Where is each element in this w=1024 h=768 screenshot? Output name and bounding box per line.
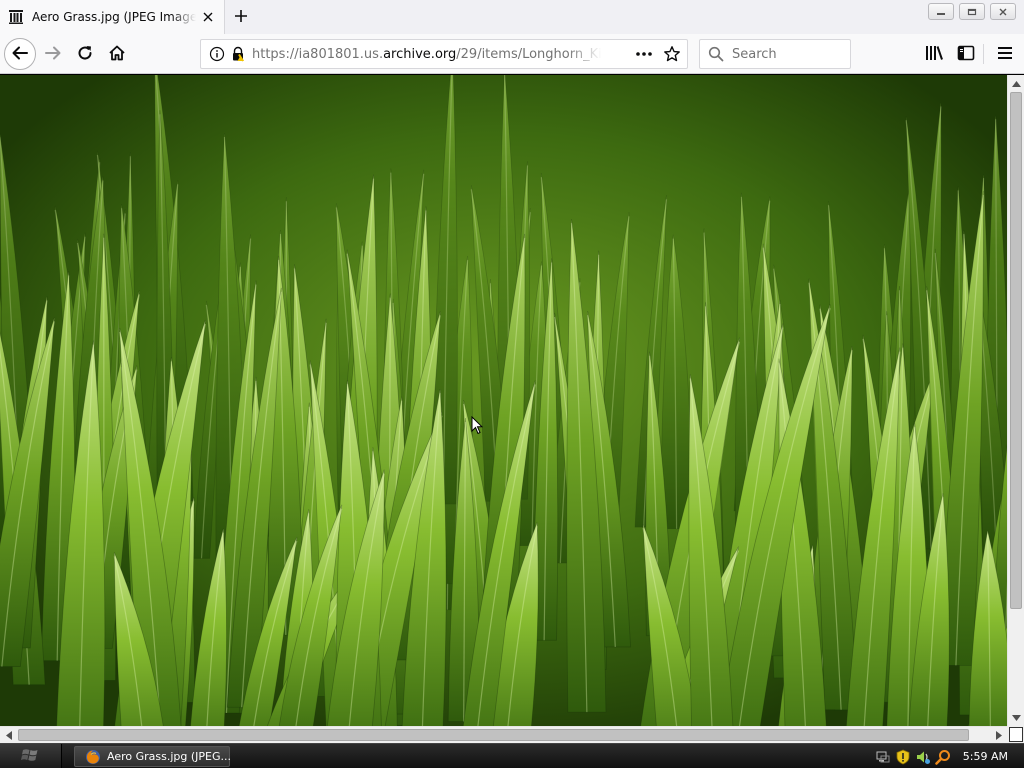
forward-arrow-icon [44, 44, 62, 65]
sidebar-icon [957, 45, 975, 64]
sidebar-button[interactable] [950, 38, 982, 70]
info-icon[interactable] [209, 46, 225, 62]
scroll-down-arrow-icon[interactable] [1008, 709, 1024, 726]
horizontal-scrollbar[interactable] [0, 726, 1007, 743]
url-host: archive.org [383, 46, 457, 62]
grass-photo[interactable] [0, 75, 1007, 726]
taskbar: Aero Grass.jpg (JPEG... 5:59 AM [0, 743, 1024, 768]
horizontal-scroll-thumb[interactable] [18, 729, 969, 741]
library-icon [925, 45, 943, 64]
menu-button[interactable] [989, 38, 1021, 70]
restore-button[interactable] [959, 3, 985, 20]
search-input[interactable] [732, 46, 842, 62]
tab-title: Aero Grass.jpg (JPEG Image, 1024 × 768 p… [32, 10, 196, 24]
close-icon [998, 5, 1008, 19]
close-icon[interactable] [200, 9, 216, 25]
insecure-lock-icon[interactable] [230, 46, 246, 62]
page-actions [635, 45, 681, 63]
hamburger-menu-icon [997, 46, 1013, 63]
restore-icon [967, 5, 977, 19]
reload-button[interactable] [69, 38, 101, 70]
scroll-right-arrow-icon[interactable] [990, 727, 1007, 744]
scroll-left-arrow-icon[interactable] [0, 727, 17, 744]
start-button[interactable] [0, 744, 62, 768]
network-icon[interactable] [875, 749, 891, 765]
grass-blades [0, 75, 1007, 726]
scroll-corner [1007, 726, 1024, 743]
url-text[interactable]: https://ia801801.us.archive.org/29/items… [252, 47, 602, 62]
search-tray-icon[interactable] [935, 749, 951, 765]
minimize-button[interactable] [928, 3, 954, 20]
taskbar-item-label: Aero Grass.jpg (JPEG... [107, 750, 232, 763]
new-tab-button[interactable] [228, 4, 254, 30]
shield-icon[interactable] [895, 749, 911, 765]
tab-strip: Aero Grass.jpg (JPEG Image, 1024 × 768 p… [0, 0, 1024, 34]
library-button[interactable] [918, 38, 950, 70]
taskbar-item-firefox[interactable]: Aero Grass.jpg (JPEG... [74, 746, 232, 767]
reload-icon [76, 44, 94, 65]
home-button[interactable] [101, 38, 133, 70]
toolbar-separator [983, 44, 984, 64]
windows-logo-icon [20, 747, 42, 766]
tab-active[interactable]: Aero Grass.jpg (JPEG Image, 1024 × 768 p… [0, 0, 225, 34]
speaker-icon[interactable] [915, 749, 931, 765]
more-dots-icon[interactable] [635, 45, 653, 63]
home-icon [108, 44, 126, 65]
url-bar[interactable]: https://ia801801.us.archive.org/29/items… [200, 39, 688, 69]
close-window-button[interactable] [990, 3, 1016, 20]
system-tray: 5:59 AM [864, 744, 1024, 768]
back-arrow-icon [11, 44, 29, 65]
page-content [0, 75, 1024, 743]
url-path: /29/items/Longhorn_Kit/Windows [456, 46, 602, 62]
forward-button[interactable] [37, 38, 69, 70]
search-icon [708, 46, 724, 62]
vertical-scrollbar[interactable] [1007, 75, 1024, 726]
back-button[interactable] [4, 38, 36, 70]
scroll-corner-box [1009, 727, 1023, 742]
window-controls [928, 3, 1016, 20]
system-clock[interactable]: 5:59 AM [963, 750, 1008, 763]
scroll-up-arrow-icon[interactable] [1008, 75, 1024, 92]
search-bar[interactable] [699, 39, 851, 69]
url-prefix: https://ia801801.us. [252, 46, 384, 62]
minimize-icon [936, 5, 946, 19]
star-icon[interactable] [663, 45, 681, 63]
navigation-toolbar: https://ia801801.us.archive.org/29/items… [0, 34, 1024, 74]
firefox-icon [85, 749, 101, 765]
mouse-pointer-icon [471, 416, 483, 435]
plus-icon [234, 9, 248, 26]
vertical-scroll-thumb[interactable] [1010, 92, 1022, 609]
archive-building-icon [8, 9, 24, 25]
